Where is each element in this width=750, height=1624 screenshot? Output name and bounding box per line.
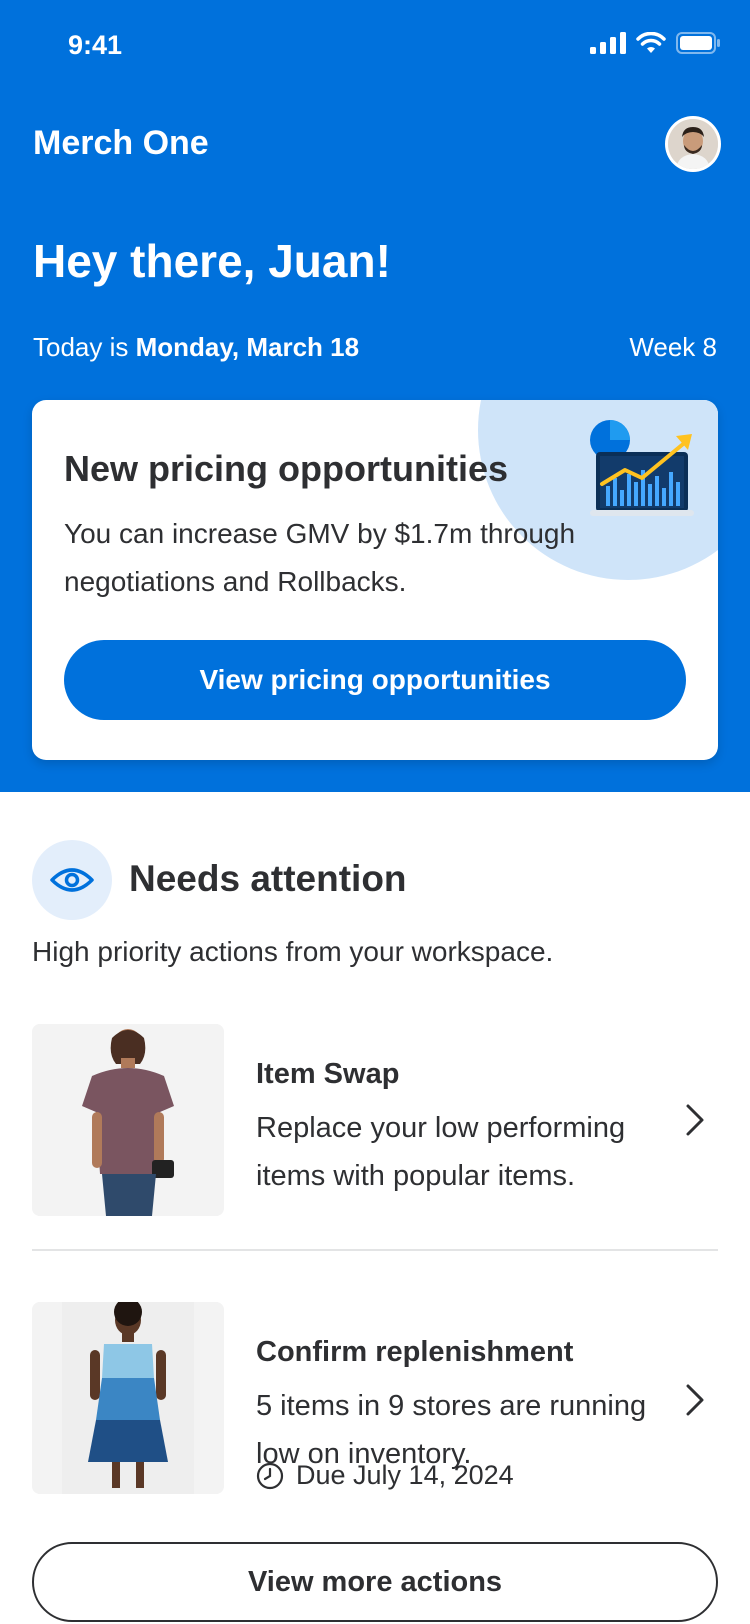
chevron-right-icon[interactable] [682,1382,708,1418]
date-prefix: Today is [33,332,136,362]
wifi-icon [636,32,666,53]
pricing-opportunities-card: New pricing opportunities You can increa… [32,400,718,760]
view-pricing-opportunities-button[interactable]: View pricing opportunities [64,640,686,720]
needs-attention-subtitle: High priority actions from your workspac… [32,936,554,967]
item-swap-image [32,1024,224,1216]
battery-icon [676,32,720,54]
clock-icon [256,1462,284,1489]
avatar[interactable] [665,116,721,172]
due-date-text: Due July 14, 2024 [296,1460,514,1490]
item-swap-title: Item Swap [256,1058,400,1090]
status-time: 9:41 [68,30,123,60]
avatar-photo [668,119,718,169]
chevron-right-icon[interactable] [682,1102,708,1138]
greeting: Hey there, Juan! [33,235,391,287]
due-date: Due July 14, 2024 [256,1460,514,1491]
needs-attention-title: Needs attention [129,858,407,899]
week-label: Week 8 [629,332,717,362]
promo-description: You can increase GMV by $1.7m through ne… [64,518,576,597]
date-line: Today is Monday, March 18 [33,332,359,363]
analytics-laptop-icon [590,420,694,516]
header: 9:41 Merch One Hey there, Juan! Today is… [0,0,750,792]
item-swap-row[interactable]: Item Swap Replace your low performing it… [32,1024,718,1216]
item-swap-description: Replace your low performing items with p… [256,1112,626,1192]
eye-icon [50,868,94,892]
needs-attention-badge [32,840,112,920]
current-date: Monday, March 18 [135,332,360,362]
cellular-signal-icon [590,32,626,54]
confirm-replenishment-title: Confirm replenishment [256,1336,574,1368]
app-title: Merch One [33,124,209,162]
confirm-replenishment-row[interactable]: Confirm replenishment 5 items in 9 store… [32,1302,718,1494]
divider [32,1249,718,1251]
view-more-actions-button[interactable]: View more actions [32,1542,718,1622]
promo-title: New pricing opportunities [64,448,509,489]
status-icons [590,32,720,54]
status-bar: 9:41 [0,0,750,94]
confirm-replenishment-image [32,1302,224,1494]
